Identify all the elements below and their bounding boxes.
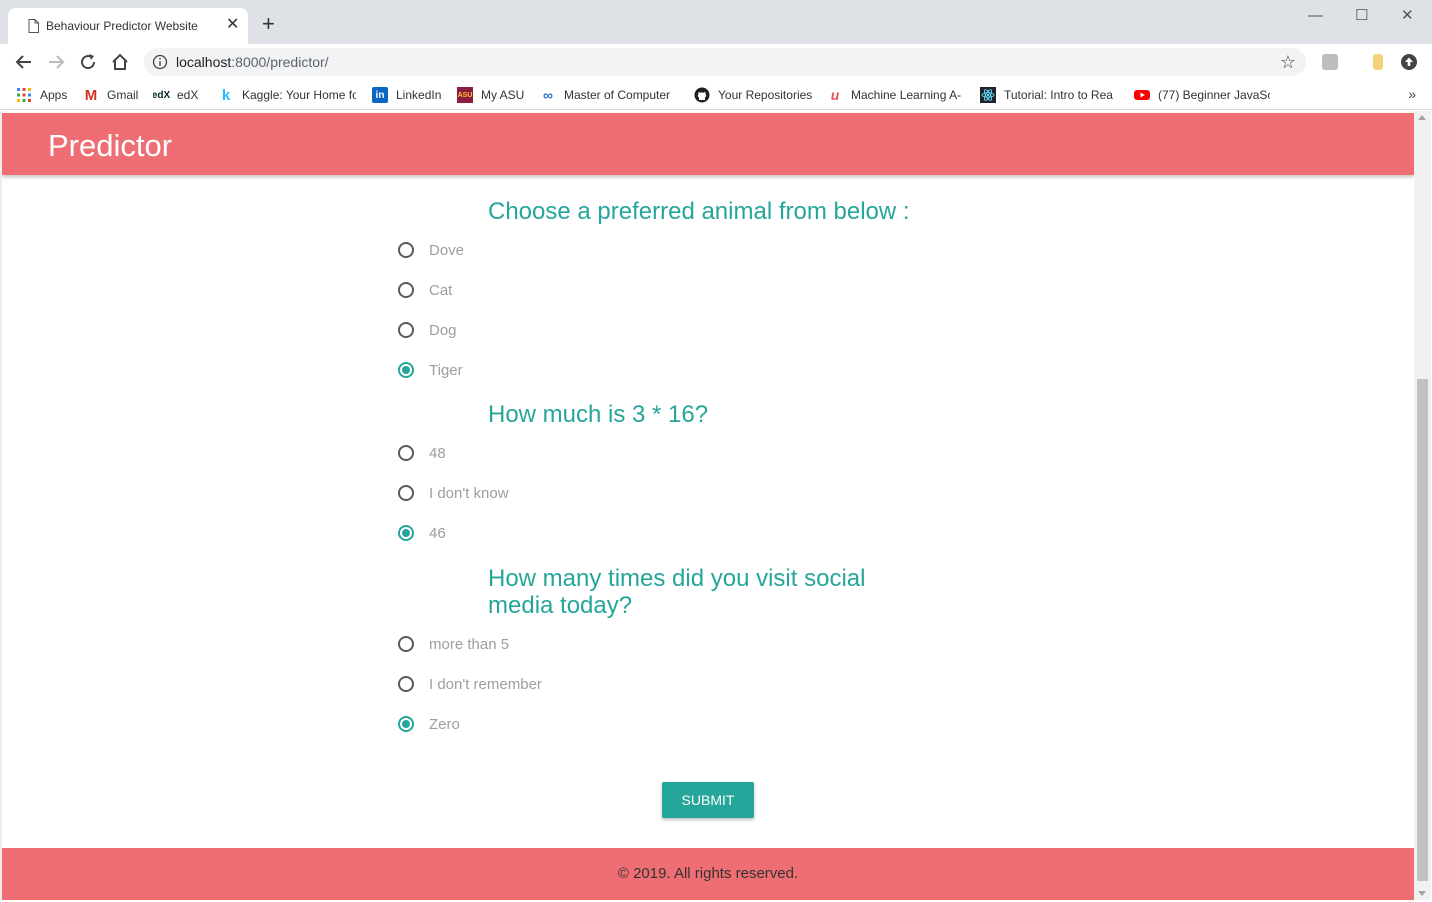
submit-button[interactable]: Submit <box>662 782 754 818</box>
kaggle-icon: k <box>221 86 231 104</box>
bookmark-youtube[interactable]: (77) Beginner JavaScr <box>1134 86 1270 104</box>
radio-button-selected[interactable] <box>398 525 414 541</box>
extension-icon[interactable] <box>1322 54 1338 70</box>
udemy-icon: u <box>830 87 840 103</box>
tab-strip: Behaviour Predictor Website ✕ + — ☐ ✕ <box>0 0 1432 44</box>
url-text[interactable]: localhost:8000/predictor/ <box>176 54 329 70</box>
option-46[interactable]: 46 <box>398 523 446 543</box>
site-header: Predictor <box>2 113 1414 175</box>
reload-icon[interactable] <box>78 52 98 72</box>
option-dont-know[interactable]: I don't know <box>398 483 509 503</box>
option-dont-remember[interactable]: I don't remember <box>398 674 542 694</box>
bookmark-star-icon[interactable]: ☆ <box>1280 52 1296 72</box>
gmail-icon: M <box>84 86 98 104</box>
document-icon <box>28 19 39 33</box>
bookmark-edx[interactable]: edX edX <box>153 86 198 104</box>
option-48[interactable]: 48 <box>398 443 446 463</box>
scrollbar-thumb[interactable] <box>1417 379 1428 881</box>
bookmark-apps[interactable]: Apps <box>16 86 67 104</box>
bookmark-master-of-computer[interactable]: ∞ Master of Computer <box>540 86 680 104</box>
asu-icon: ASU <box>457 87 473 103</box>
radio-button[interactable] <box>398 485 414 501</box>
radio-button[interactable] <box>398 282 414 298</box>
page-content: Predictor Choose a preferred animal from… <box>2 111 1414 900</box>
bookmark-machine-learning[interactable]: u Machine Learning A- <box>827 86 963 104</box>
option-zero[interactable]: Zero <box>398 714 460 734</box>
tab-close-icon[interactable]: ✕ <box>226 16 239 34</box>
option-dove[interactable]: Dove <box>398 240 464 260</box>
new-tab-button[interactable]: + <box>262 13 275 35</box>
linkedin-icon: in <box>372 87 388 103</box>
site-title: Predictor <box>48 128 173 163</box>
close-window-button[interactable]: ✕ <box>1401 6 1414 26</box>
back-arrow-icon[interactable] <box>14 52 34 72</box>
minimize-button[interactable]: — <box>1308 6 1323 26</box>
radio-button[interactable] <box>398 242 414 258</box>
bookmark-gmail[interactable]: M Gmail <box>83 86 139 104</box>
radio-button-selected[interactable] <box>398 716 414 732</box>
copyright-text: © 2019. All rights reserved. <box>617 865 799 882</box>
question-social-media: How many times did you visit social medi… <box>488 565 866 619</box>
site-info-icon[interactable] <box>152 54 168 70</box>
scroll-down-arrow-icon[interactable] <box>1418 891 1426 896</box>
browser-toolbar: localhost:8000/predictor/ ☆ <box>0 44 1432 80</box>
radio-button[interactable] <box>398 676 414 692</box>
address-bar[interactable]: localhost:8000/predictor/ ☆ <box>144 48 1306 76</box>
coursera-icon: ∞ <box>543 87 553 103</box>
vertical-scrollbar[interactable] <box>1414 111 1431 900</box>
browser-tab[interactable]: Behaviour Predictor Website ✕ <box>8 8 248 44</box>
question-animal: Choose a preferred animal from below : <box>488 198 910 225</box>
react-icon <box>980 87 996 103</box>
tab-title: Behaviour Predictor Website <box>46 19 198 33</box>
option-tiger[interactable]: Tiger <box>398 360 463 380</box>
bookmark-your-repositories[interactable]: Your Repositories <box>694 86 812 104</box>
question-math: How much is 3 * 16? <box>488 401 709 428</box>
option-dog[interactable]: Dog <box>398 320 457 340</box>
bookmark-react-tutorial[interactable]: Tutorial: Intro to Rea <box>980 86 1118 104</box>
extension-icon[interactable] <box>1373 54 1383 70</box>
bookmark-linkedin[interactable]: in LinkedIn <box>372 86 441 104</box>
maximize-button[interactable]: ☐ <box>1355 6 1368 26</box>
bookmark-kaggle[interactable]: k Kaggle: Your Home fo <box>218 86 356 104</box>
site-footer: © 2019. All rights reserved. <box>2 848 1414 900</box>
github-icon <box>694 87 710 103</box>
scroll-up-arrow-icon[interactable] <box>1418 115 1426 120</box>
apps-grid-icon <box>17 88 31 102</box>
option-more-than-5[interactable]: more than 5 <box>398 634 509 654</box>
edx-icon: edX <box>153 89 171 101</box>
youtube-icon <box>1134 90 1150 100</box>
home-icon[interactable] <box>110 52 130 72</box>
forward-arrow-icon[interactable] <box>46 52 66 72</box>
bookmarks-bar: Apps M Gmail edX edX k Kaggle: Your Home… <box>0 80 1432 110</box>
bookmarks-overflow-icon[interactable]: » <box>1408 86 1416 102</box>
option-cat[interactable]: Cat <box>398 280 452 300</box>
browser-chrome: Behaviour Predictor Website ✕ + — ☐ ✕ lo… <box>0 0 1432 111</box>
radio-button[interactable] <box>398 636 414 652</box>
radio-button-selected[interactable] <box>398 362 414 378</box>
radio-button[interactable] <box>398 322 414 338</box>
profile-upload-icon[interactable] <box>1401 54 1417 70</box>
bookmark-my-asu[interactable]: ASU My ASU <box>457 86 524 104</box>
radio-button[interactable] <box>398 445 414 461</box>
